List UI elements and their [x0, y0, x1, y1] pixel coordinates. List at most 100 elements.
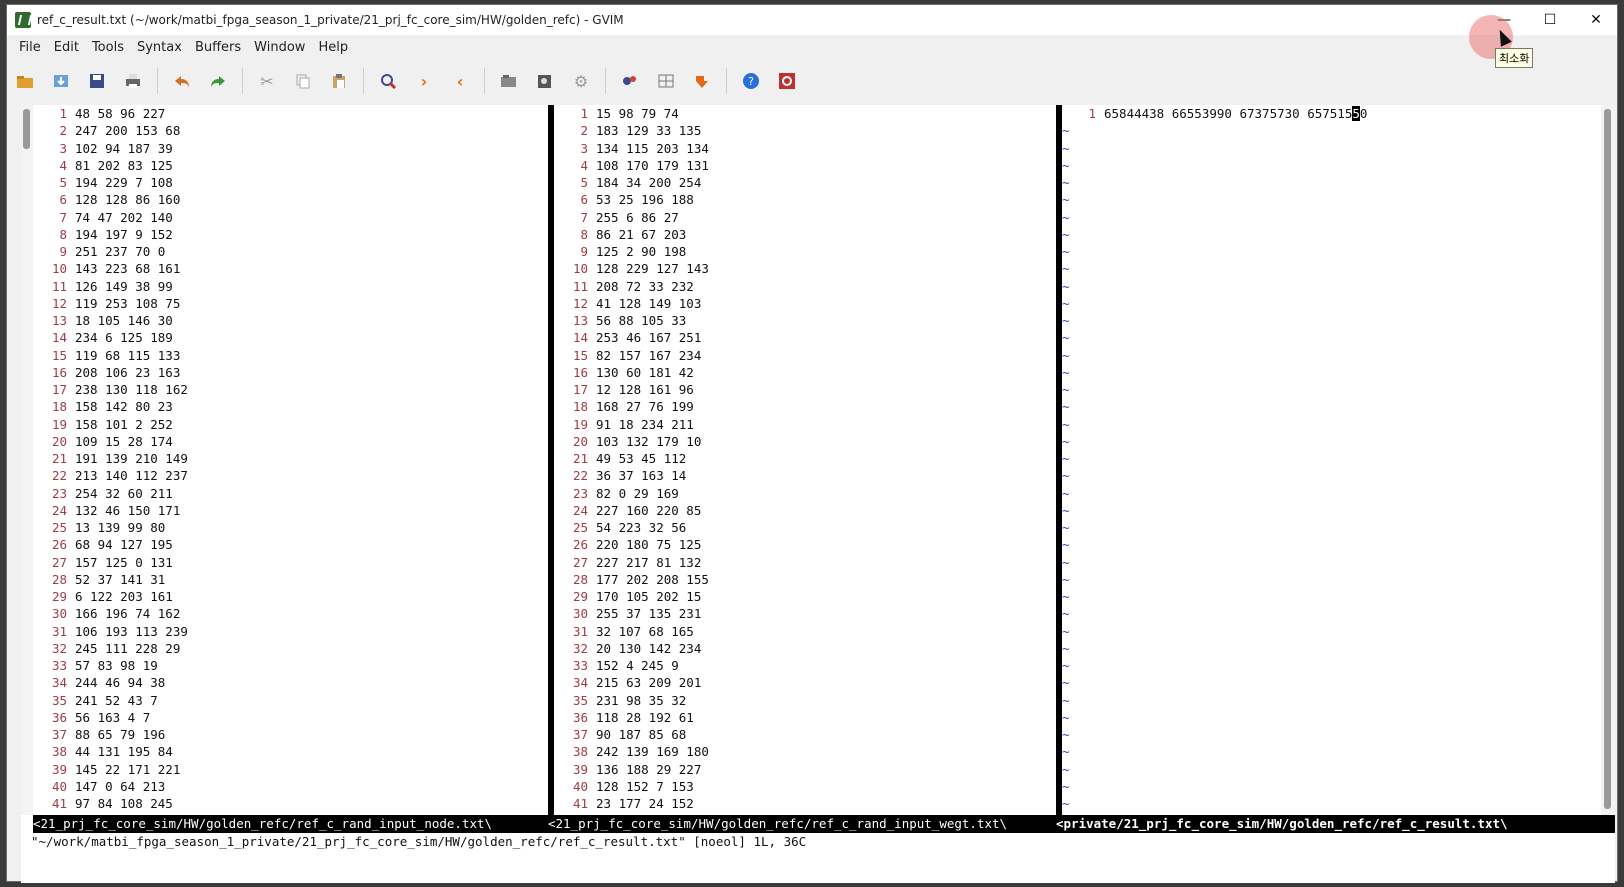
line-number: 38 — [51, 744, 67, 760]
menu-edit[interactable]: Edit — [48, 40, 85, 55]
text-line: 14 253 46 167 251 — [554, 329, 1054, 346]
split-pane-input-node[interactable]: 1 48 58 96 227 2 247 200 153 68 3 102 94 187 … — [33, 105, 546, 815]
line-number: 3 — [59, 140, 67, 156]
text-line: 28 52 37 141 31 — [33, 571, 546, 588]
find-replace-icon[interactable] — [377, 70, 399, 92]
text-line: 12 41 128 149 103 — [554, 295, 1054, 312]
close-button[interactable]: ✕ — [1573, 5, 1619, 35]
text-cursor: 5 — [1352, 106, 1360, 121]
maximize-button[interactable]: ☐ — [1527, 5, 1573, 35]
jump-tag-icon[interactable] — [691, 70, 713, 92]
line-text: 194 197 9 152 — [75, 226, 173, 242]
empty-line-tilde: ~ — [1062, 796, 1070, 811]
text-line: 10 128 229 127 143 — [554, 260, 1054, 277]
load-session-icon[interactable] — [50, 70, 72, 92]
undo-icon[interactable] — [171, 70, 193, 92]
open-icon[interactable] — [14, 70, 36, 92]
text-line: 1 15 98 79 74 — [554, 105, 1054, 122]
line-text: 119 253 108 75 — [75, 295, 181, 311]
command-line[interactable]: "~/work/matbi_fpga_season_1_private/21_p… — [21, 833, 1615, 851]
line-text: 103 132 179 10 — [596, 433, 702, 449]
text-line: 31 32 107 68 165 — [554, 623, 1054, 640]
make-ctags-icon[interactable] — [655, 70, 677, 92]
redo-icon[interactable] — [207, 70, 229, 92]
empty-line-tilde: ~ — [1062, 640, 1070, 656]
line-text: 56 163 4 7 — [75, 709, 151, 725]
shell-icon[interactable] — [619, 70, 641, 92]
right-scrollbar[interactable] — [1601, 105, 1615, 815]
line-number: 30 — [572, 606, 588, 622]
line-text: 91 18 234 211 — [596, 416, 694, 432]
menu-tools[interactable]: Tools — [86, 40, 130, 55]
title-bar[interactable]: ref_c_result.txt (~/work/matbi_fpga_seas… — [7, 5, 1617, 35]
left-scrollbar[interactable] — [21, 105, 33, 815]
text-line: 21 191 139 210 149 — [33, 450, 546, 467]
text-line: 23 82 0 29 169 — [554, 485, 1054, 502]
line-number: 33 — [572, 658, 588, 673]
status-line-result[interactable]: <private/21_prj_fc_core_sim/HW/golden_re… — [1056, 815, 1615, 833]
line-number: 30 — [51, 606, 67, 622]
find-help-icon[interactable] — [776, 70, 798, 92]
line-number: 20 — [51, 433, 67, 449]
line-number: 27 — [572, 554, 588, 570]
text-line: 27 227 217 81 132 — [554, 554, 1054, 571]
menu-syntax[interactable]: Syntax — [131, 40, 188, 55]
copy-icon[interactable] — [292, 70, 314, 92]
text-line: 25 54 223 32 56 — [554, 519, 1054, 536]
build-tags-icon[interactable]: ⚙ — [570, 70, 592, 92]
text-line: 20 109 15 28 174 — [33, 433, 546, 450]
line-number: 35 — [572, 692, 588, 708]
help-icon[interactable]: ? — [740, 70, 762, 92]
load-script-icon[interactable] — [498, 70, 520, 92]
line-text: 32 107 68 165 — [596, 623, 694, 639]
line-number: 2 — [59, 123, 67, 139]
line-text: 74 47 202 140 — [75, 209, 173, 225]
empty-line-tilde: ~ — [1062, 261, 1070, 277]
text-line: 20 103 132 179 10 — [554, 433, 1054, 450]
paste-icon[interactable] — [328, 70, 350, 92]
line-text: 86 21 67 203 — [596, 226, 687, 242]
text-line: 17 238 130 118 162 — [33, 381, 546, 398]
print-icon[interactable] — [122, 70, 144, 92]
line-number: 15 — [51, 347, 67, 363]
status-line-input-wegt[interactable]: <21_prj_fc_core_sim/HW/golden_refc/ref_c… — [548, 815, 1056, 833]
text-line: 39 145 22 171 221 — [33, 761, 546, 778]
line-text: 82 0 29 169 — [596, 485, 679, 501]
line-text: 125 2 90 198 — [596, 244, 687, 259]
editor-area: 1 48 58 96 227 2 247 200 153 68 3 102 94 187 … — [21, 105, 1615, 883]
menu-file[interactable]: File — [13, 40, 47, 55]
empty-line-tilde: ~ — [1062, 589, 1070, 604]
find-prev-icon[interactable]: ‹ — [449, 70, 471, 92]
menu-window[interactable]: Window — [248, 40, 311, 55]
status-line-input-node[interactable]: <21_prj_fc_core_sim/HW/golden_refc/ref_c… — [33, 815, 548, 833]
line-text: 36 37 163 14 — [596, 468, 687, 484]
line-number: 23 — [572, 485, 588, 501]
save-icon[interactable] — [86, 70, 108, 92]
split-pane-result[interactable]: 1 65844438 66553990 67375730 65751550 ~ ~ ~… — [1062, 105, 1597, 815]
menu-buffers[interactable]: Buffers — [189, 40, 247, 55]
line-number: 3 — [580, 140, 588, 156]
find-next-icon[interactable]: › — [413, 70, 435, 92]
line-number: 13 — [572, 313, 588, 328]
split-pane-input-wegt[interactable]: 1 15 98 79 74 2 183 129 33 135 3 134 115 203 … — [554, 105, 1054, 815]
cut-icon[interactable]: ✂ — [256, 70, 278, 92]
menu-bar: File Edit Tools Syntax Buffers Window He… — [7, 36, 1617, 58]
empty-line-tilde: ~ — [1062, 330, 1070, 346]
line-number: 18 — [51, 399, 67, 415]
text-line: 11 126 149 38 99 — [33, 278, 546, 295]
text-line: 14 234 6 125 189 — [33, 329, 546, 346]
text-line: 8 86 21 67 203 — [554, 226, 1054, 243]
line-text: 255 37 135 231 — [596, 606, 702, 622]
text-line: 8 194 197 9 152 — [33, 226, 546, 243]
empty-line-tilde: ~ — [1062, 209, 1070, 225]
text-line: 26 220 180 75 125 — [554, 536, 1054, 553]
text-line: 36 56 163 4 7 — [33, 709, 546, 726]
line-number: 18 — [572, 399, 588, 415]
line-number: 40 — [572, 778, 588, 794]
line-number: 23 — [51, 485, 67, 501]
menu-help[interactable]: Help — [312, 40, 354, 55]
line-text: 220 180 75 125 — [596, 537, 702, 553]
empty-line-tilde: ~ — [1062, 278, 1070, 294]
line-text: 253 46 167 251 — [596, 330, 702, 346]
make-icon[interactable] — [534, 70, 556, 92]
